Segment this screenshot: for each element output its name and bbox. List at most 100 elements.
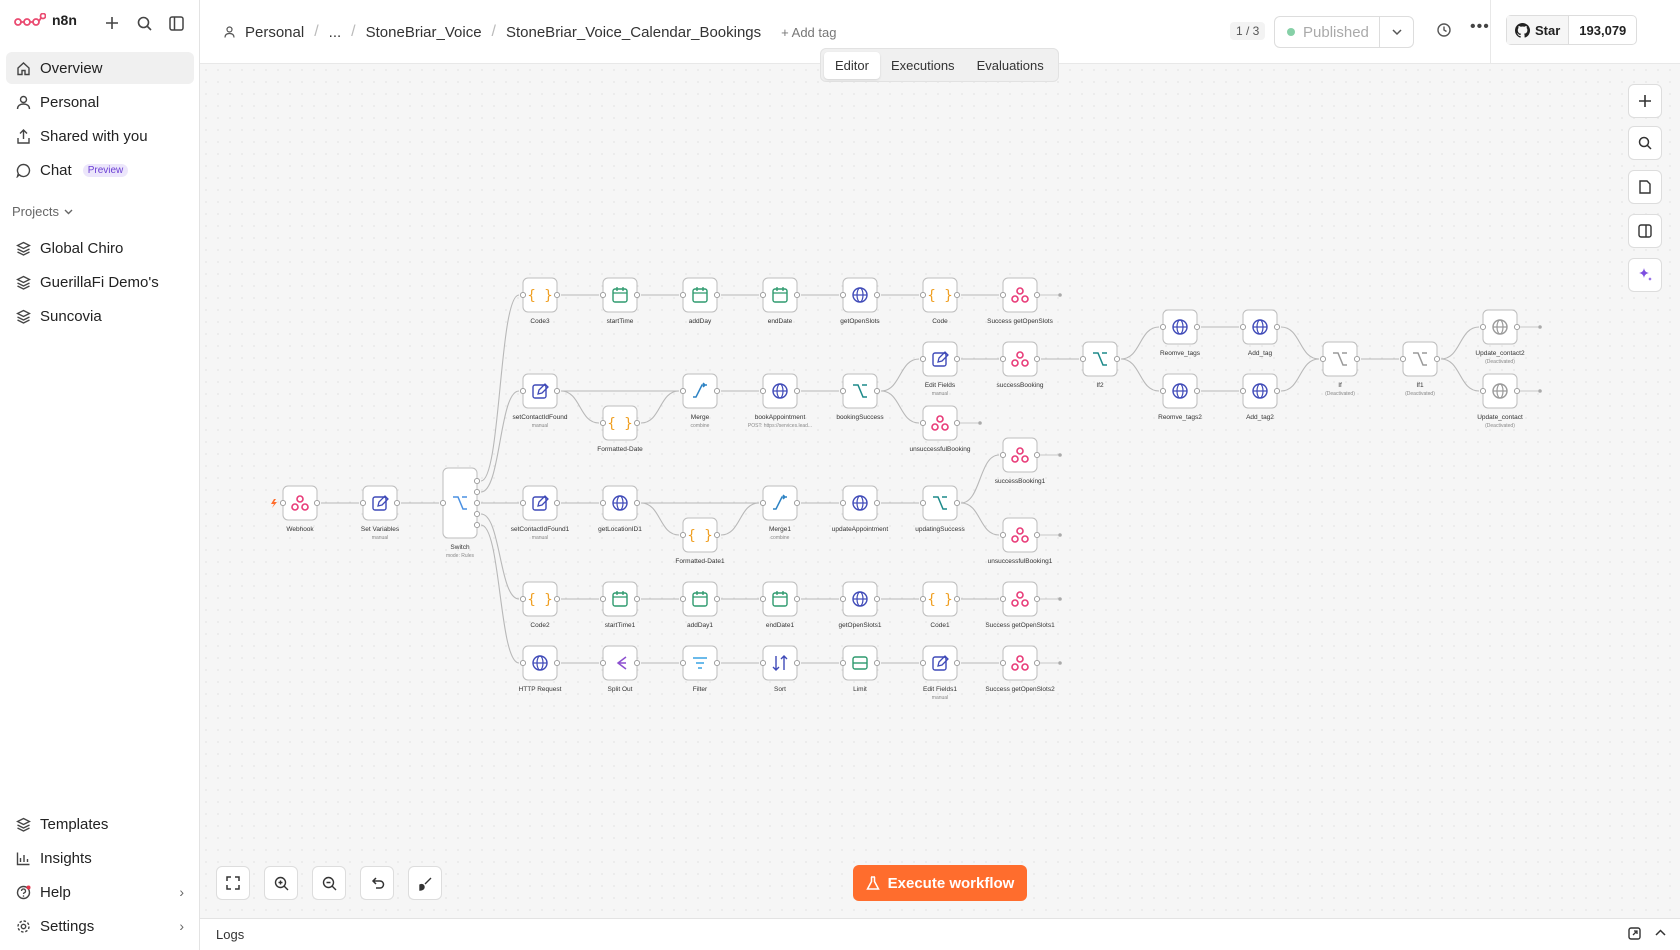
- input-port[interactable]: [679, 659, 687, 667]
- output-port[interactable]: [473, 521, 481, 529]
- tidy-up-button[interactable]: [408, 866, 442, 900]
- workflow-node[interactable]: { } Code3: [519, 277, 561, 325]
- node-box[interactable]: [762, 581, 798, 617]
- workflow-node[interactable]: Edit Fields1 manual: [919, 645, 961, 701]
- history-icon[interactable]: [1436, 22, 1452, 43]
- output-port[interactable]: [473, 477, 481, 485]
- input-port[interactable]: [1319, 355, 1327, 363]
- add-node-dot[interactable]: [1538, 389, 1542, 393]
- input-port[interactable]: [839, 659, 847, 667]
- workflow-node[interactable]: Edit Fields manual: [919, 341, 961, 397]
- input-port[interactable]: [519, 595, 527, 603]
- output-port[interactable]: [953, 499, 961, 507]
- workflow-node[interactable]: Merge1 combine: [759, 485, 801, 541]
- output-port[interactable]: [1033, 291, 1041, 299]
- workflow-node[interactable]: Reomve_tags2: [1158, 373, 1202, 421]
- workflow-name[interactable]: StoneBriar_Voice_Calendar_Bookings: [506, 24, 761, 41]
- output-port[interactable]: [633, 419, 641, 427]
- node-box[interactable]: [1002, 277, 1038, 313]
- input-port[interactable]: [759, 659, 767, 667]
- input-port[interactable]: [599, 499, 607, 507]
- output-port[interactable]: [633, 595, 641, 603]
- output-port[interactable]: [873, 291, 881, 299]
- sidebar-item-overview[interactable]: Overview: [6, 52, 194, 84]
- workflow-node[interactable]: Split Out: [599, 645, 641, 693]
- workflow-node[interactable]: bookAppointment POST: https://services.le…: [748, 373, 812, 429]
- add-node-dot[interactable]: [978, 421, 982, 425]
- output-port[interactable]: [1513, 323, 1521, 331]
- node-box[interactable]: [922, 341, 958, 377]
- output-port[interactable]: [713, 387, 721, 395]
- workflow-node[interactable]: If2: [1079, 341, 1121, 389]
- workflow-node[interactable]: If1 (Deactivated): [1399, 341, 1441, 397]
- output-port[interactable]: [953, 419, 961, 427]
- workflow-node[interactable]: addDay: [679, 277, 721, 325]
- workflow-node[interactable]: unsuccessfulBooking1: [988, 517, 1053, 565]
- add-node-dot[interactable]: [1058, 661, 1062, 665]
- input-port[interactable]: [1159, 323, 1167, 331]
- input-port[interactable]: [999, 531, 1007, 539]
- workflow-node[interactable]: getLocationID1: [598, 485, 642, 533]
- output-port[interactable]: [1273, 323, 1281, 331]
- workflow-node[interactable]: Update_contact2 (Deactivated): [1475, 309, 1525, 365]
- node-box[interactable]: [762, 645, 798, 681]
- projects-section-title[interactable]: Projects: [12, 204, 73, 219]
- fit-view-button[interactable]: [216, 866, 250, 900]
- output-port[interactable]: [953, 291, 961, 299]
- input-port[interactable]: [999, 451, 1007, 459]
- search-icon[interactable]: [135, 14, 153, 32]
- node-box[interactable]: [922, 405, 958, 441]
- workflow-canvas[interactable]: Webhook Set Variables manual Switch mode: Ru…: [200, 64, 1680, 918]
- output-port[interactable]: [713, 531, 721, 539]
- node-box[interactable]: [1002, 645, 1038, 681]
- input-port[interactable]: [839, 595, 847, 603]
- input-port[interactable]: [999, 659, 1007, 667]
- breadcrumb-ellipsis[interactable]: ...: [329, 24, 342, 41]
- output-port[interactable]: [793, 387, 801, 395]
- workflow-node[interactable]: getOpenSlots: [839, 277, 881, 325]
- input-port[interactable]: [919, 659, 927, 667]
- output-port[interactable]: [473, 488, 481, 496]
- workflow-node[interactable]: { } Formatted-Date: [597, 405, 643, 453]
- workflow-node[interactable]: setContactIdFound manual: [513, 373, 568, 429]
- output-port[interactable]: [1033, 451, 1041, 459]
- input-port[interactable]: [679, 291, 687, 299]
- node-box[interactable]: [522, 485, 558, 521]
- output-port[interactable]: [793, 499, 801, 507]
- search-nodes-button[interactable]: [1628, 126, 1662, 160]
- workflow-node[interactable]: startTime1: [599, 581, 641, 629]
- output-port[interactable]: [713, 659, 721, 667]
- sidebar-item-project[interactable]: Global Chiro: [6, 232, 194, 264]
- output-port[interactable]: [633, 291, 641, 299]
- zoom-in-button[interactable]: [264, 866, 298, 900]
- output-port[interactable]: [1193, 323, 1201, 331]
- input-port[interactable]: [1479, 323, 1487, 331]
- output-port[interactable]: [553, 291, 561, 299]
- workflow-node[interactable]: { } Code: [919, 277, 961, 325]
- input-port[interactable]: [519, 387, 527, 395]
- workflow-node[interactable]: Success getOpenSlots2: [985, 645, 1055, 693]
- execute-workflow-button[interactable]: Execute workflow: [853, 865, 1027, 901]
- node-box[interactable]: [282, 485, 318, 521]
- workflow-node[interactable]: Add_tag2: [1239, 373, 1281, 421]
- output-port[interactable]: [793, 659, 801, 667]
- output-port[interactable]: [473, 499, 481, 507]
- node-box[interactable]: [1002, 341, 1038, 377]
- output-port[interactable]: [793, 291, 801, 299]
- input-port[interactable]: [1399, 355, 1407, 363]
- sidebar-item-help[interactable]: Help ›: [6, 876, 194, 908]
- sidebar-item-chat[interactable]: Chat Preview: [6, 154, 194, 186]
- input-port[interactable]: [439, 499, 447, 507]
- node-box[interactable]: [1002, 581, 1038, 617]
- node-box[interactable]: [922, 645, 958, 681]
- output-port[interactable]: [313, 499, 321, 507]
- add-node-dot[interactable]: [1058, 597, 1062, 601]
- input-port[interactable]: [599, 595, 607, 603]
- output-port[interactable]: [873, 595, 881, 603]
- input-port[interactable]: [599, 659, 607, 667]
- workflow-node[interactable]: Reomve_tags: [1159, 309, 1201, 357]
- chevron-up-icon[interactable]: [1655, 927, 1666, 940]
- n8n-logo[interactable]: n8n: [14, 12, 77, 28]
- output-port[interactable]: [1433, 355, 1441, 363]
- workflow-node[interactable]: { } Code2: [519, 581, 561, 629]
